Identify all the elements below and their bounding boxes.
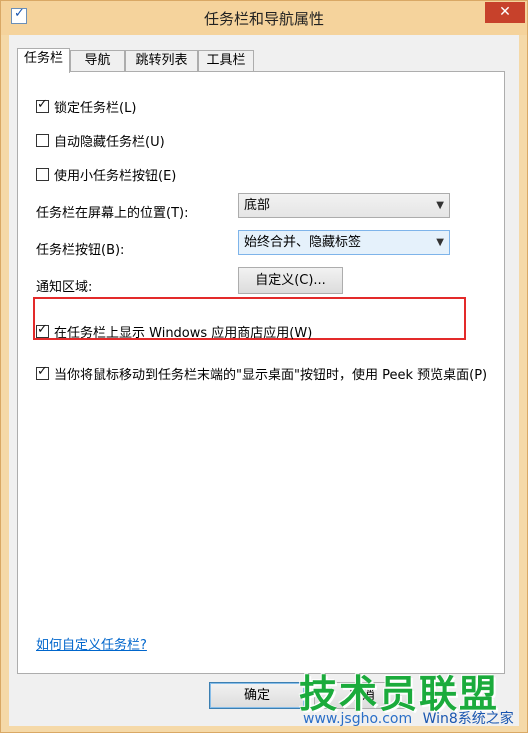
chevron-down-icon: ▼ <box>436 200 444 211</box>
tab-panel-taskbar: 锁定任务栏(L) 自动隐藏任务栏(U) 使用小任务栏按钮(E) 任务栏在屏幕上的… <box>17 71 505 674</box>
tab-taskbar[interactable]: 任务栏 <box>17 48 70 73</box>
close-button[interactable]: ✕ <box>485 2 525 23</box>
show-store-apps-checkbox[interactable] <box>36 322 49 338</box>
peek-option[interactable]: 当你将鼠标移动到任务栏末端的"显示桌面"按钮时，使用 Peek 预览桌面(P) <box>36 364 487 383</box>
taskbar-buttons-value: 始终合并、隐藏标签 <box>244 235 362 250</box>
notification-area-label: 通知区域: <box>36 280 93 295</box>
position-dropdown[interactable]: 底部 ▼ <box>238 193 450 218</box>
watermark-url: www.jsgho.com Win8系统之家 <box>303 708 514 728</box>
watermark-subtitle: Win8系统之家 <box>422 711 514 727</box>
taskbar-buttons-label: 任务栏按钮(B): <box>36 243 125 258</box>
window-title: 任务栏和导航属性 <box>203 10 324 28</box>
small-buttons-option[interactable]: 使用小任务栏按钮(E) <box>36 165 176 184</box>
show-store-apps-label: 在任务栏上显示 Windows 应用商店应用(W) <box>54 326 313 341</box>
auto-hide-checkbox[interactable] <box>36 134 49 147</box>
peek-checkbox[interactable] <box>36 364 49 380</box>
chevron-down-icon: ▼ <box>436 237 444 248</box>
peek-label: 当你将鼠标移动到任务栏末端的"显示桌面"按钮时，使用 Peek 预览桌面(P) <box>54 368 488 383</box>
small-buttons-label: 使用小任务栏按钮(E) <box>54 169 177 184</box>
watermark-url-text: www.jsgho.com <box>303 711 413 727</box>
position-value: 底部 <box>244 198 271 213</box>
lock-taskbar-label: 锁定任务栏(L) <box>54 101 137 116</box>
tab-navigation[interactable]: 导航 <box>70 50 125 72</box>
help-link[interactable]: 如何自定义任务栏? <box>36 634 147 653</box>
tab-toolbars[interactable]: 工具栏 <box>198 50 254 72</box>
watermark: 技术员联盟 www.jsgho.com Win8系统之家 <box>299 663 528 733</box>
auto-hide-option[interactable]: 自动隐藏任务栏(U) <box>36 131 165 150</box>
title-bar[interactable]: 任务栏和导航属性 ✕ <box>1 1 527 35</box>
taskbar-buttons-dropdown[interactable]: 始终合并、隐藏标签 ▼ <box>238 230 450 255</box>
dialog-client: 任务栏 导航 跳转列表 工具栏 锁定任务栏(L) 自动隐藏任务栏(U) 使用小任… <box>9 35 519 726</box>
lock-taskbar-checkbox[interactable] <box>36 97 49 113</box>
tab-jump-lists[interactable]: 跳转列表 <box>125 50 198 72</box>
ok-button[interactable]: 确定 <box>209 682 305 709</box>
small-buttons-checkbox[interactable] <box>36 168 49 181</box>
customize-button[interactable]: 自定义(C)... <box>238 267 343 294</box>
auto-hide-label: 自动隐藏任务栏(U) <box>54 135 165 150</box>
lock-taskbar-option[interactable]: 锁定任务栏(L) <box>36 97 136 116</box>
position-label: 任务栏在屏幕上的位置(T): <box>36 206 189 221</box>
show-store-apps-option[interactable]: 在任务栏上显示 Windows 应用商店应用(W) <box>36 322 312 341</box>
dialog-window: 任务栏和导航属性 ✕ 任务栏 导航 跳转列表 工具栏 锁定任务栏(L) 自动隐藏… <box>0 0 528 733</box>
